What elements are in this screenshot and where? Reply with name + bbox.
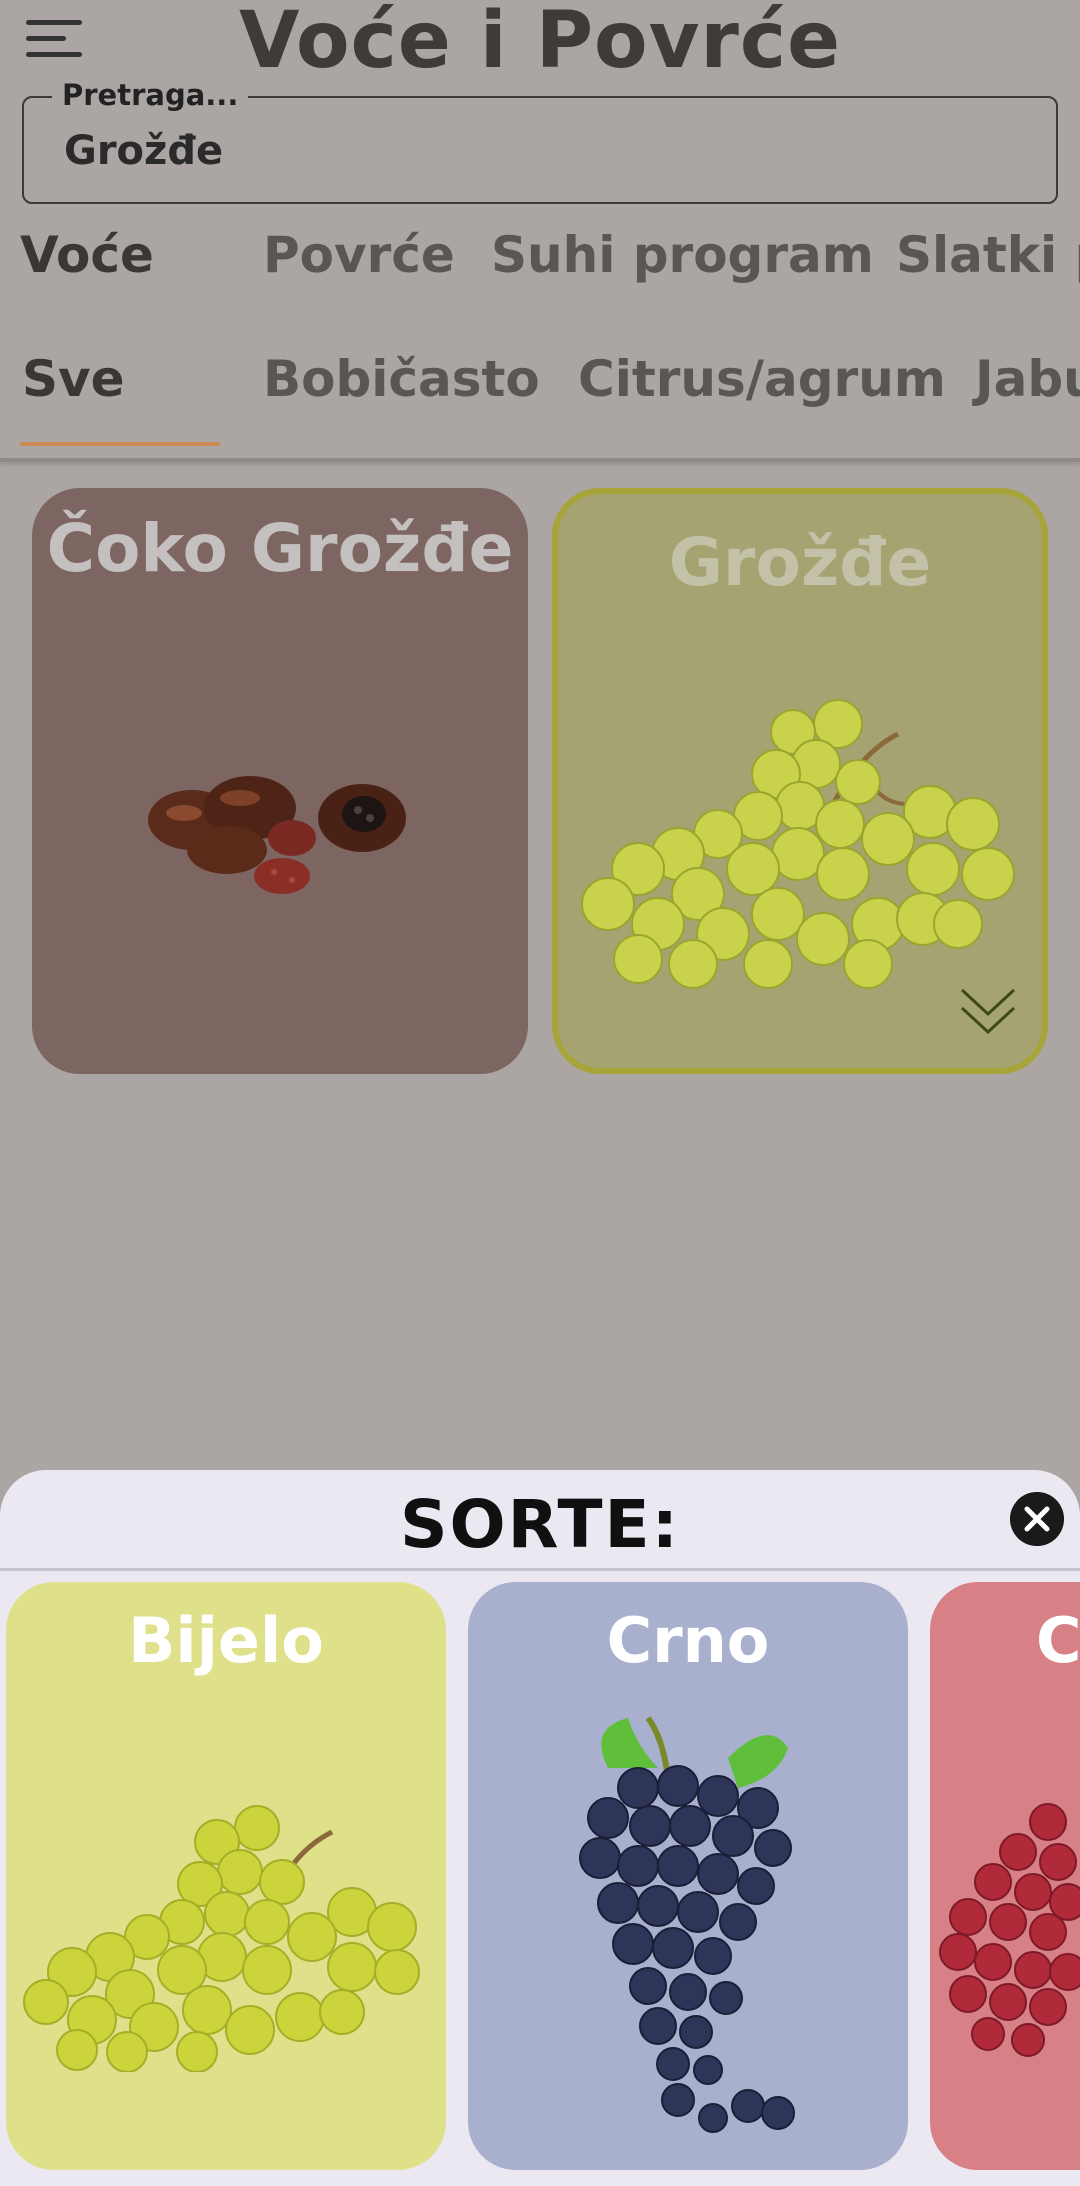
tab-citrus-agrum[interactable]: Citrus/agrum xyxy=(578,350,946,408)
varieties-bottom-sheet: SORTE: Bijelo Crno C xyxy=(0,1470,1080,2186)
search-field[interactable]: Pretraga... Grožđe xyxy=(22,78,1058,204)
category-tabs: Voće Povrće Suhi program Slatki p xyxy=(0,226,1080,316)
chevron-double-down-icon[interactable] xyxy=(958,984,1018,1040)
subcategory-tabs: Sve Bobičasto Citrus/agrum Jabu xyxy=(0,350,1080,450)
red-grapes-image xyxy=(939,1803,1080,2057)
active-subtab-indicator xyxy=(20,442,220,446)
variety-title: Bijelo xyxy=(128,1604,324,1677)
tab-povrce[interactable]: Povrće xyxy=(263,226,455,284)
variety-title: C xyxy=(1036,1604,1080,1677)
chocolate-raisins-image xyxy=(148,776,406,894)
sheet-title: SORTE: xyxy=(400,1486,680,1563)
close-icon[interactable] xyxy=(1010,1492,1064,1546)
tab-sve[interactable]: Sve xyxy=(22,350,125,408)
product-title: Grožđe xyxy=(668,524,932,601)
white-grapes-image xyxy=(23,1805,420,2072)
product-card-grozde[interactable]: Grožđe xyxy=(552,488,1048,1074)
app-title: Voće i Povrće xyxy=(238,0,842,86)
sheet-divider xyxy=(0,1568,1080,1571)
tab-suhi-program[interactable]: Suhi program xyxy=(491,226,874,284)
black-grapes-image xyxy=(579,1716,795,2133)
tab-bobicasto[interactable]: Bobičasto xyxy=(263,350,540,408)
white-grapes-image xyxy=(581,699,1015,989)
search-input[interactable]: Grožđe xyxy=(64,128,223,174)
tab-jabucasto[interactable]: Jabu xyxy=(975,350,1080,408)
product-title: Čoko Grožđe xyxy=(46,510,514,587)
product-card-coko-grozde[interactable]: Čoko Grožđe xyxy=(32,488,528,1074)
search-label: Pretraga... xyxy=(52,78,249,112)
variety-title: Crno xyxy=(606,1604,770,1677)
variety-card-crveno[interactable]: C xyxy=(930,1582,1080,2170)
app-screen: Voće i Povrće Pretraga... Grožđe Voće Po… xyxy=(0,0,1080,2186)
tab-slatki-program[interactable]: Slatki p xyxy=(896,226,1080,284)
variety-card-crno[interactable]: Crno xyxy=(468,1582,908,2170)
tab-voce[interactable]: Voće xyxy=(20,226,154,284)
variety-card-bijelo[interactable]: Bijelo xyxy=(6,1582,446,2170)
tabs-divider xyxy=(0,458,1080,462)
